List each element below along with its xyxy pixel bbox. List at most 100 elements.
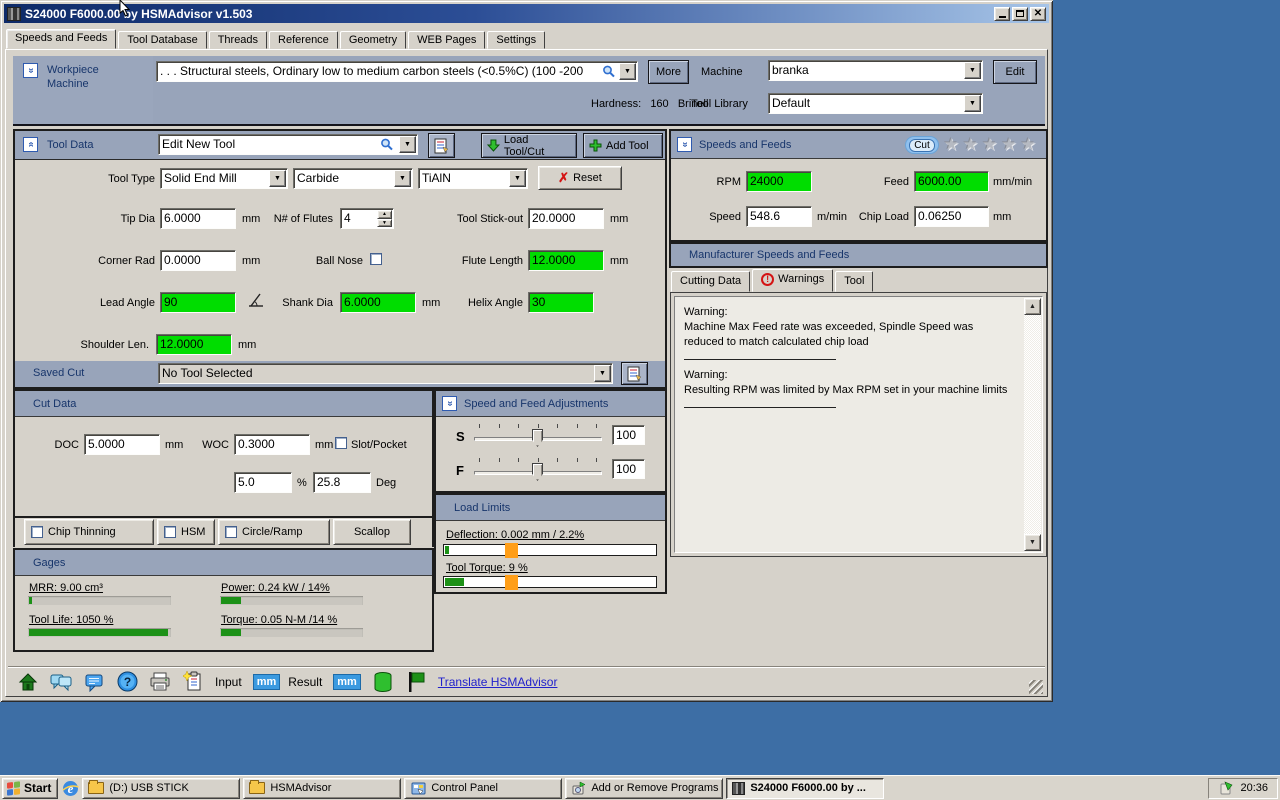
lead-angle-field[interactable]: 90 <box>160 292 236 313</box>
maximize-button[interactable] <box>1012 7 1028 21</box>
flute-length-field[interactable]: 12.0000 <box>528 250 604 271</box>
collapse-speeds-feeds-icon[interactable]: » <box>677 137 692 152</box>
tool-material-combo[interactable]: Carbide▼ <box>293 168 413 189</box>
chip-thinning-checkbox[interactable] <box>31 526 43 538</box>
hsm-button[interactable]: HSM <box>157 519 215 545</box>
tip-dia-field[interactable]: 6.0000 <box>160 208 236 229</box>
doc-field[interactable]: 5.0000 <box>84 434 160 455</box>
deflection-limit-marker[interactable] <box>505 543 518 558</box>
forum-icon[interactable] <box>50 671 72 693</box>
feed-field[interactable]: 6000.00 <box>914 171 989 192</box>
ie-quick-launch-icon[interactable]: e <box>61 779 79 797</box>
taskbar-button-usb-stick[interactable]: (D:) USB STICK <box>82 778 240 799</box>
saved-cut-combo[interactable]: No Tool Selected ▼ <box>158 363 613 384</box>
database-icon[interactable] <box>372 671 394 693</box>
slot-pocket-checkbox[interactable] <box>335 437 347 449</box>
circle-ramp-button[interactable]: Circle/Ramp <box>218 519 330 545</box>
tool-selector-dropdown-arrow-icon[interactable]: ▼ <box>399 136 416 153</box>
tab-reference[interactable]: Reference <box>269 31 338 49</box>
tool-torque-limit-marker[interactable] <box>505 575 518 590</box>
help-icon[interactable]: ? <box>116 671 138 693</box>
material-combo[interactable]: . . . Structural steels, Ordinary low to… <box>156 61 638 82</box>
hsm-checkbox[interactable] <box>164 526 176 538</box>
speed-field[interactable]: 548.6 <box>746 206 812 227</box>
stickout-field[interactable]: 20.0000 <box>528 208 604 229</box>
speed-adjust-value[interactable]: 100 <box>612 425 645 445</box>
taskbar-button-hsmadvisor-app[interactable]: S24000 F6000.00 by ... <box>726 778 884 799</box>
translate-link[interactable]: Translate HSMAdvisor <box>438 675 558 689</box>
ramp-angle-field[interactable]: 25.8 <box>313 472 371 493</box>
printer-icon[interactable] <box>149 671 171 693</box>
tab-cutting-data[interactable]: Cutting Data <box>671 271 750 292</box>
corner-rad-field[interactable]: 0.0000 <box>160 250 236 271</box>
deflection-limit-bar[interactable] <box>443 544 657 556</box>
ball-nose-checkbox[interactable] <box>370 253 382 265</box>
stepover-field[interactable]: 5.0 <box>234 472 292 493</box>
feed-adjust-value[interactable]: 100 <box>612 459 645 479</box>
tab-speeds-and-feeds[interactable]: Speeds and Feeds <box>6 29 116 49</box>
start-button[interactable]: Start <box>2 778 58 799</box>
taskbar-button-control-panel[interactable]: Control Panel <box>404 778 562 799</box>
minimize-button[interactable] <box>994 7 1010 21</box>
clock[interactable]: 20:36 <box>1240 782 1268 794</box>
tool-library-combo[interactable]: Default ▼ <box>768 93 983 114</box>
add-tool-button[interactable]: Add Tool <box>583 133 663 158</box>
speed-adjust-slider[interactable] <box>474 423 602 449</box>
tool-search-icon[interactable] <box>380 138 393 151</box>
machine-combo[interactable]: branka ▼ <box>768 60 983 81</box>
taskbar-button-hsmadvisor-folder[interactable]: HSMAdvisor <box>243 778 401 799</box>
whats-new-icon[interactable] <box>182 671 204 693</box>
taskbar-button-add-remove[interactable]: Add or Remove Programs <box>565 778 723 799</box>
load-tool-cut-button[interactable]: Load Tool/Cut <box>481 133 577 158</box>
search-icon[interactable] <box>602 65 615 78</box>
tool-details-button[interactable] <box>428 133 455 158</box>
scallop-button[interactable]: Scallop <box>333 519 411 545</box>
rpm-field[interactable]: 24000 <box>746 171 812 192</box>
result-unit-badge[interactable]: mm <box>333 674 361 690</box>
collapse-adjustments-icon[interactable]: » <box>442 396 457 411</box>
tool-material-dropdown-arrow-icon[interactable]: ▼ <box>394 170 411 187</box>
more-button[interactable]: More <box>648 60 689 84</box>
material-dropdown-arrow-icon[interactable]: ▼ <box>619 63 636 80</box>
tab-tool-database[interactable]: Tool Database <box>118 31 206 49</box>
tool-type-combo[interactable]: Solid End Mill▼ <box>160 168 288 189</box>
warnings-textarea[interactable]: Warning: Machine Max Feed rate was excee… <box>674 296 1043 553</box>
close-button[interactable]: ✕ <box>1030 7 1046 21</box>
reset-button[interactable]: ✗ Reset <box>538 166 622 190</box>
tab-web-pages[interactable]: WEB Pages <box>408 31 485 49</box>
home-icon[interactable] <box>17 671 39 693</box>
flag-icon[interactable] <box>405 671 427 693</box>
feed-slider-thumb[interactable] <box>532 463 543 481</box>
resize-grip-icon[interactable] <box>1029 680 1043 694</box>
tool-type-dropdown-arrow-icon[interactable]: ▼ <box>269 170 286 187</box>
tool-selector-combo[interactable]: Edit New Tool ▼ <box>158 134 418 155</box>
input-unit-badge[interactable]: mm <box>253 674 281 690</box>
speed-slider-thumb[interactable] <box>532 429 543 447</box>
comment-icon[interactable] <box>83 671 105 693</box>
feed-adjust-slider[interactable] <box>474 457 602 483</box>
chip-thinning-button[interactable]: Chip Thinning <box>24 519 154 545</box>
tab-settings[interactable]: Settings <box>487 31 545 49</box>
saved-cut-dropdown-arrow-icon[interactable]: ▼ <box>594 365 611 382</box>
edit-machine-button[interactable]: Edit <box>993 60 1037 84</box>
shank-dia-field[interactable]: 6.0000 <box>340 292 416 313</box>
saved-cut-details-button[interactable] <box>621 362 648 385</box>
woc-field[interactable]: 0.3000 <box>234 434 310 455</box>
tool-torque-limit-bar[interactable] <box>443 576 657 588</box>
collapse-workpiece-icon[interactable]: » <box>23 63 38 78</box>
helix-angle-field[interactable]: 30 <box>528 292 594 313</box>
tool-coating-dropdown-arrow-icon[interactable]: ▼ <box>509 170 526 187</box>
tray-status-icon[interactable] <box>1218 780 1234 796</box>
flutes-spinner[interactable]: ▲ ▼ <box>377 210 392 227</box>
circle-ramp-checkbox[interactable] <box>225 526 237 538</box>
shoulder-len-field[interactable]: 12.0000 <box>156 334 232 355</box>
chip-load-field[interactable]: 0.06250 <box>914 206 989 227</box>
tool-library-dropdown-arrow-icon[interactable]: ▼ <box>964 95 981 112</box>
tab-threads[interactable]: Threads <box>209 31 267 49</box>
tab-geometry[interactable]: Geometry <box>340 31 406 49</box>
collapse-tool-data-icon[interactable]: » <box>23 137 38 152</box>
tab-warnings[interactable]: ! Warnings <box>752 269 833 292</box>
flutes-field[interactable]: 4 ▲ ▼ <box>340 208 394 229</box>
tool-coating-combo[interactable]: TiAlN▼ <box>418 168 528 189</box>
machine-dropdown-arrow-icon[interactable]: ▼ <box>964 62 981 79</box>
